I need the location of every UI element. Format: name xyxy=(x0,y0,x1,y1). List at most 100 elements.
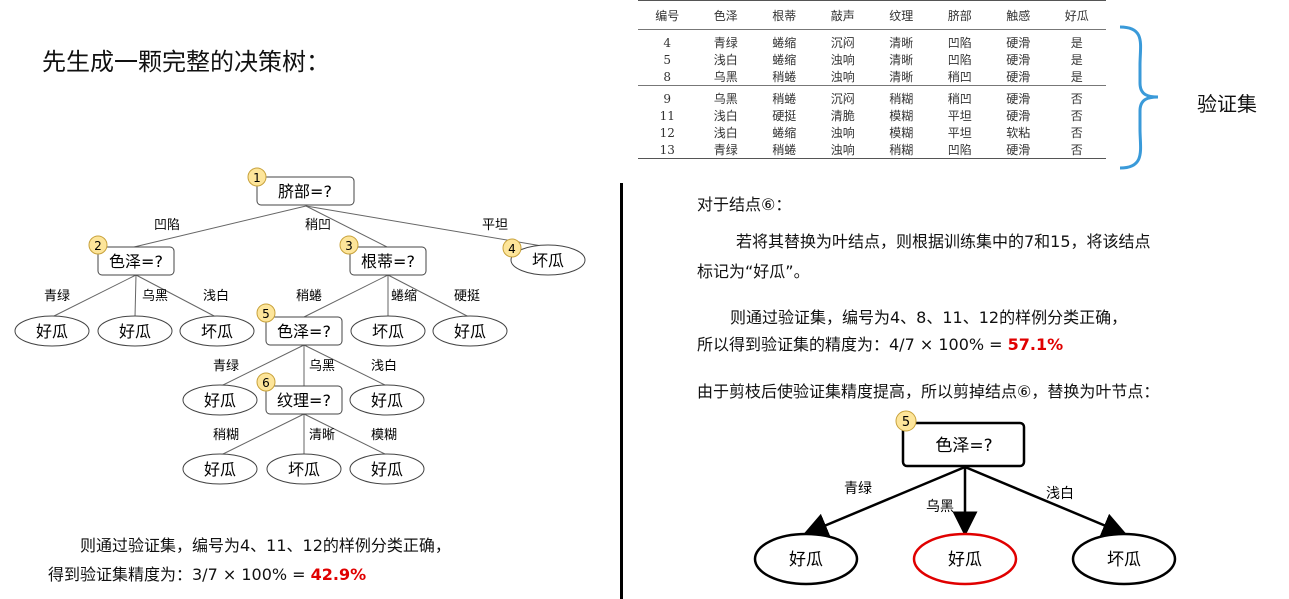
svg-text:坏瓜: 坏瓜 xyxy=(1107,550,1141,570)
tree-leaf: 坏瓜 xyxy=(350,315,426,347)
paragraph-1-line2: 标记为“好瓜”。 xyxy=(697,262,810,281)
svg-text:4: 4 xyxy=(508,242,516,256)
table-cell: 硬滑 xyxy=(1006,70,1031,84)
svg-text:好瓜: 好瓜 xyxy=(454,322,486,341)
tree-node-6: 纹理=? xyxy=(265,385,343,415)
table-cell: 硬滑 xyxy=(1006,92,1031,106)
tree-leaf: 好瓜 xyxy=(349,384,425,416)
branch-label: 青绿 xyxy=(213,359,239,374)
paragraph-2-line2: 所以得到验证集的精度为：4/7 × 100% = 57.1% xyxy=(697,335,1064,354)
table-cell: 稍蜷 xyxy=(772,143,797,157)
table-cell: 13 xyxy=(659,142,675,157)
table-cell: 4 xyxy=(663,35,672,50)
column-header: 根蒂 xyxy=(772,8,797,23)
table-cell: 浅白 xyxy=(713,109,738,123)
table-cell: 稍糊 xyxy=(889,143,914,157)
branch-label: 乌黑 xyxy=(309,358,335,374)
accuracy-value: 42.9% xyxy=(310,565,367,584)
paragraph-3: 由于剪枝后使验证集精度提高，所以剪掉结点⑥，替换为叶节点： xyxy=(697,382,1160,401)
table-cell: 乌黑 xyxy=(713,92,738,106)
table-cell: 是 xyxy=(1070,53,1083,67)
table-cell: 浊响 xyxy=(830,70,855,84)
column-header: 编号 xyxy=(655,8,680,23)
branch-label: 浅白 xyxy=(371,358,397,374)
svg-text:好瓜: 好瓜 xyxy=(204,391,236,410)
table-cell: 浅白 xyxy=(713,53,738,67)
table-cell: 稍凹 xyxy=(947,70,972,84)
tree-leaf: 好瓜 xyxy=(14,315,90,347)
table-cell: 硬滑 xyxy=(1006,53,1031,67)
page-title: 先生成一颗完整的决策树： xyxy=(42,48,330,76)
branch-label: 平坦 xyxy=(482,218,508,233)
branch-label: 蜷缩 xyxy=(391,288,417,304)
svg-text:坏瓜: 坏瓜 xyxy=(532,251,564,270)
left-result-line2: 得到验证集精度为：3/7 × 100% = 42.9% xyxy=(48,565,367,584)
svg-text:3: 3 xyxy=(345,239,353,253)
column-header: 敲声 xyxy=(830,8,855,23)
pruned-leaf: 坏瓜 xyxy=(1071,532,1177,586)
node-title: 对于结点⑥： xyxy=(697,195,792,214)
table-cell: 5 xyxy=(663,52,672,67)
table-cell: 硬滑 xyxy=(1006,109,1031,123)
table-cell: 凹陷 xyxy=(947,53,972,67)
tree-node-3: 根蒂=? xyxy=(349,246,427,276)
table-cell: 硬挺 xyxy=(772,109,797,123)
badge-3: 3 xyxy=(339,235,359,255)
table-cell: 9 xyxy=(663,91,672,106)
column-header: 色泽 xyxy=(713,8,738,23)
table-cell: 凹陷 xyxy=(947,143,972,157)
badge-1: 1 xyxy=(247,167,267,187)
table-cell: 浊响 xyxy=(830,143,855,157)
column-header: 纹理 xyxy=(889,8,914,23)
table-cell: 清晰 xyxy=(889,70,914,84)
table-cell: 乌黑 xyxy=(713,70,738,84)
table-cell: 浊响 xyxy=(830,53,855,67)
table-cell: 是 xyxy=(1070,36,1083,50)
pruned-leaf: 好瓜 xyxy=(753,532,859,586)
badge-2: 2 xyxy=(88,235,108,255)
svg-text:根蒂=?: 根蒂=? xyxy=(361,252,415,271)
table-row: 9 乌黑 稍蜷 沉闷 稍糊 稍凹 硬滑 否 xyxy=(638,85,1106,108)
table-cell: 蜷缩 xyxy=(772,53,797,67)
validation-set-label: 验证集 xyxy=(1197,92,1257,116)
branch-label: 稍凹 xyxy=(305,218,331,233)
table-cell: 11 xyxy=(659,108,675,123)
table-cell: 否 xyxy=(1070,126,1083,140)
svg-text:好瓜: 好瓜 xyxy=(789,550,823,570)
table-header-row: 编号 色泽 根蒂 敲声 纹理 脐部 触感 好瓜 xyxy=(638,0,1106,30)
table-cell: 硬滑 xyxy=(1006,36,1031,50)
table-cell: 蜷缩 xyxy=(772,126,797,140)
table-cell: 模糊 xyxy=(889,109,914,123)
svg-text:1: 1 xyxy=(253,171,261,185)
svg-text:好瓜: 好瓜 xyxy=(948,550,982,570)
table-cell: 青绿 xyxy=(713,143,738,157)
branch-label: 模糊 xyxy=(371,427,397,443)
table-cell: 是 xyxy=(1070,70,1083,84)
pruned-tree: 色泽=? 5 青绿 乌黑 浅白 好瓜 好瓜 坏瓜 xyxy=(753,410,1177,586)
column-header: 触感 xyxy=(1006,8,1031,23)
tree-leaf: 好瓜 xyxy=(182,384,258,416)
table-row: 8 乌黑 稍蜷 浊响 清晰 稍凹 硬滑 是 xyxy=(638,68,1106,86)
table-cell: 稍蜷 xyxy=(772,92,797,106)
column-header: 脐部 xyxy=(947,8,972,23)
table-row: 5 浅白 蜷缩 浊响 清晰 凹陷 硬滑 是 xyxy=(638,51,1106,68)
svg-text:坏瓜: 坏瓜 xyxy=(201,322,233,341)
tree-leaf-4: 坏瓜 xyxy=(510,244,586,276)
validation-table: 编号 色泽 根蒂 敲声 纹理 脐部 触感 好瓜 4 青绿 蜷缩 沉闷 清晰 凹陷 硬滑是 5 浅白 蜷缩 浊响 清晰… xyxy=(638,0,1106,166)
accuracy-value: 57.1% xyxy=(1007,335,1064,354)
table-cell: 否 xyxy=(1070,109,1083,123)
table-cell: 青绿 xyxy=(713,36,738,50)
tree-node-5: 色泽=? xyxy=(265,316,343,346)
table-cell: 平坦 xyxy=(947,126,972,140)
svg-text:2: 2 xyxy=(94,239,102,253)
branch-label: 稍蜷 xyxy=(296,289,322,304)
svg-text:坏瓜: 坏瓜 xyxy=(288,460,320,479)
branch-label: 浅白 xyxy=(203,288,229,304)
column-header: 好瓜 xyxy=(1064,8,1089,23)
branch-label: 青绿 xyxy=(44,289,70,304)
branch-label: 青绿 xyxy=(844,481,872,497)
table-cell: 凹陷 xyxy=(947,36,972,50)
table-cell: 清晰 xyxy=(889,36,914,50)
left-result-line1: 则通过验证集，编号为4、11、12的样例分类正确， xyxy=(80,536,451,555)
table-cell: 硬滑 xyxy=(1006,143,1031,157)
